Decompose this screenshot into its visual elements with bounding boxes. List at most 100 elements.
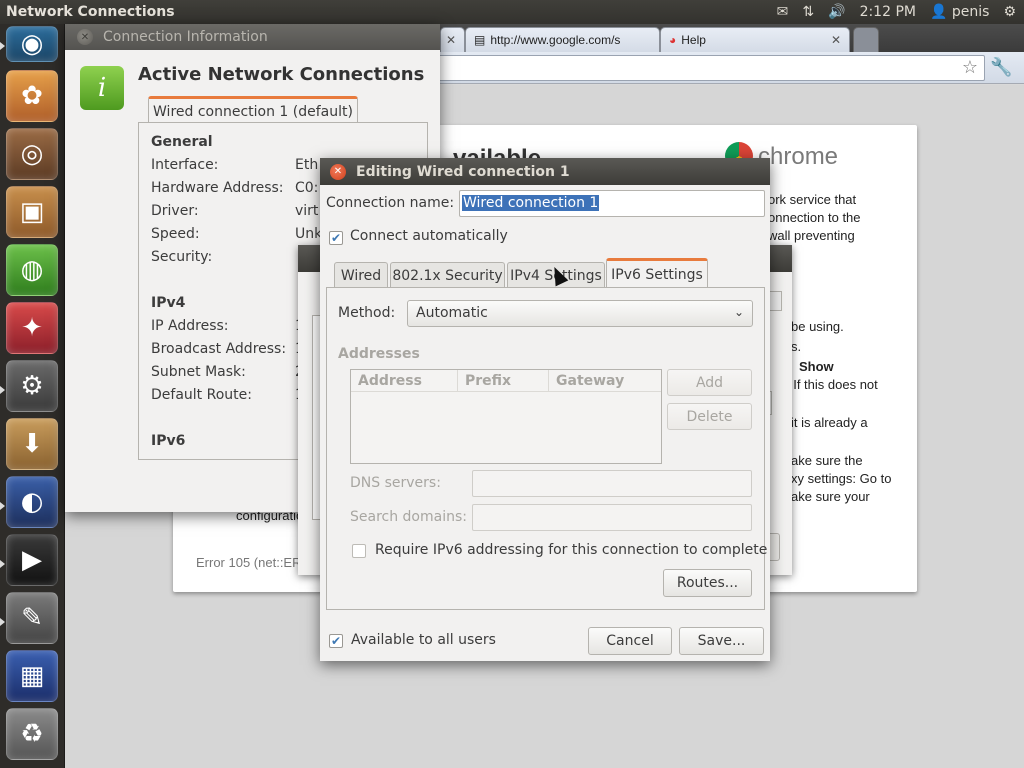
column-address[interactable]: Address <box>351 370 458 391</box>
volume-icon[interactable]: 🔊 <box>828 4 845 20</box>
error-text: " If this does not <box>785 377 878 392</box>
wrench-icon[interactable]: 🔧 <box>990 57 1012 78</box>
section-ipv4: IPv4 <box>151 295 186 311</box>
tab-wired[interactable]: Wired <box>334 262 388 288</box>
page-icon: ▤ <box>474 33 486 47</box>
chromium-launcher-icon[interactable]: ◉ <box>6 26 58 62</box>
error-text: onnection to the <box>768 210 861 225</box>
running-indicator <box>0 560 5 568</box>
terminal-launcher-icon[interactable]: ▶ <box>6 534 58 586</box>
download-launcher-icon[interactable]: ⬇ <box>6 418 58 470</box>
method-value: Automatic <box>416 305 488 321</box>
browser-tab[interactable]: ✕ <box>440 27 465 52</box>
cancel-button[interactable]: Cancel <box>588 627 672 655</box>
close-icon[interactable]: ✕ <box>330 163 346 180</box>
connection-name-field[interactable]: Wired connection 1 <box>459 190 765 217</box>
close-icon[interactable]: ✕ <box>77 29 93 45</box>
detail-label: Hardware Address: <box>151 180 284 196</box>
launcher: ◉ ✿ ◎ ▣ ◍ ✦ ⚙ ⬇ ◐ ▶ ✎ ▦ ♻ <box>0 24 65 768</box>
active-window-title: Network Connections <box>6 4 175 20</box>
connection-name-value: Wired connection 1 <box>462 195 600 211</box>
network-icon[interactable]: ⇅ <box>802 4 814 20</box>
error-text: ake sure your <box>791 489 870 504</box>
section-general: General <box>151 134 213 150</box>
package-launcher-icon[interactable]: ▣ <box>6 186 58 238</box>
error-text: it is already a <box>791 415 868 430</box>
tools-launcher-icon[interactable]: ✎ <box>6 592 58 644</box>
paint-launcher-icon[interactable]: ✿ <box>6 70 58 122</box>
settings-launcher-icon[interactable]: ⚙ <box>6 360 58 412</box>
chrome-favicon-icon: ◕ <box>669 33 677 47</box>
new-tab-button[interactable] <box>853 27 879 52</box>
speaker-launcher-icon[interactable]: ◎ <box>6 128 58 180</box>
method-dropdown[interactable]: Automatic ⌄ <box>407 300 753 327</box>
detail-label: Driver: <box>151 203 199 219</box>
browser-tab[interactable]: ▤ http://www.google.com/s <box>465 27 660 52</box>
user-name: penis <box>951 4 990 20</box>
error-text: s. <box>791 339 802 354</box>
require-ipv6-label: Require IPv6 addressing for this connect… <box>375 542 768 558</box>
addresses-table: Address Prefix Gateway <box>350 369 662 464</box>
method-label: Method: <box>338 305 396 321</box>
detail-label: Subnet Mask: <box>151 364 246 380</box>
editing-titlebar: ✕ Editing Wired connection 1 <box>320 158 770 185</box>
detail-value: Eth <box>295 157 319 173</box>
tab-label: 802.1x Security <box>392 267 503 284</box>
search-domains-field[interactable] <box>472 504 752 531</box>
dns-servers-field[interactable] <box>472 470 752 497</box>
require-ipv6-checkbox[interactable] <box>352 544 366 558</box>
detail-label: Default Route: <box>151 387 252 403</box>
error-text: be using. <box>791 319 844 334</box>
tab-ipv6-settings[interactable]: IPv6 Settings <box>606 258 708 288</box>
ubuntu-one-launcher-icon[interactable]: ◍ <box>6 244 58 296</box>
available-to-all-users-checkbox[interactable]: ✔ <box>329 634 343 648</box>
editing-connection-window: ✕ Editing Wired connection 1 Connection … <box>320 158 770 661</box>
star-icon[interactable]: ☆ <box>962 57 978 78</box>
detail-label: Broadcast Address: <box>151 341 287 357</box>
tab-8021x-security[interactable]: 802.1x Security <box>390 262 505 288</box>
mail-icon[interactable]: ✉ <box>777 4 789 20</box>
error-text: ork service that <box>768 192 857 207</box>
detail-value: virt <box>295 203 319 219</box>
omnibox[interactable]: ☆ <box>385 55 985 81</box>
firefox-launcher-icon[interactable]: ◐ <box>6 476 58 528</box>
section-ipv6: IPv6 <box>151 433 186 449</box>
window-title: Editing Wired connection 1 <box>356 163 570 180</box>
top-panel: Network Connections ✉ ⇅ 🔊 2:12 PM 👤 peni… <box>0 0 1024 24</box>
error-text: Show <box>799 359 834 374</box>
user-menu[interactable]: 👤 penis <box>930 4 989 20</box>
browser-tab[interactable]: ◕ Help ✕ <box>660 27 850 52</box>
save-button[interactable]: Save... <box>679 627 764 655</box>
clock[interactable]: 2:12 PM <box>860 4 916 20</box>
connection-tab-label: Wired connection 1 (default) <box>153 103 353 120</box>
connect-automatically-label: Connect automatically <box>350 228 508 244</box>
running-indicator <box>0 386 5 394</box>
workspaces-launcher-icon[interactable]: ▦ <box>6 650 58 702</box>
gear-icon[interactable]: ⚙ <box>1003 4 1016 20</box>
info-icon: i <box>80 66 124 110</box>
detail-value: Unk <box>295 226 323 242</box>
detail-label: Security: <box>151 249 213 265</box>
connection-tab[interactable]: Wired connection 1 (default) <box>148 96 358 124</box>
trash-launcher-icon[interactable]: ♻ <box>6 708 58 760</box>
delete-button[interactable]: Delete <box>667 403 752 430</box>
connect-automatically-checkbox[interactable]: ✔ <box>329 231 343 245</box>
routes-button[interactable]: Routes... <box>663 569 752 597</box>
tab-label: IPv6 Settings <box>611 266 703 283</box>
error-text: wall preventing <box>768 228 855 243</box>
close-icon[interactable]: ✕ <box>446 33 456 47</box>
running-indicator <box>0 42 5 50</box>
browser-tab-label: Help <box>681 33 706 47</box>
column-prefix[interactable]: Prefix <box>458 370 549 391</box>
add-button[interactable]: Add <box>667 369 752 396</box>
close-icon[interactable]: ✕ <box>831 33 841 47</box>
available-to-all-users-label: Available to all users <box>351 632 496 648</box>
error-code: Error 105 (net::ER <box>196 555 302 570</box>
ipv6-settings-panel: Method: Automatic ⌄ Addresses Address Pr… <box>326 287 768 610</box>
user-icon: 👤 <box>929 4 948 20</box>
column-gateway[interactable]: Gateway <box>549 370 661 391</box>
scroll-area <box>768 291 782 311</box>
chrome-brand: chrome <box>758 143 839 170</box>
wand-launcher-icon[interactable]: ✦ <box>6 302 58 354</box>
addresses-table-header: Address Prefix Gateway <box>351 370 661 392</box>
